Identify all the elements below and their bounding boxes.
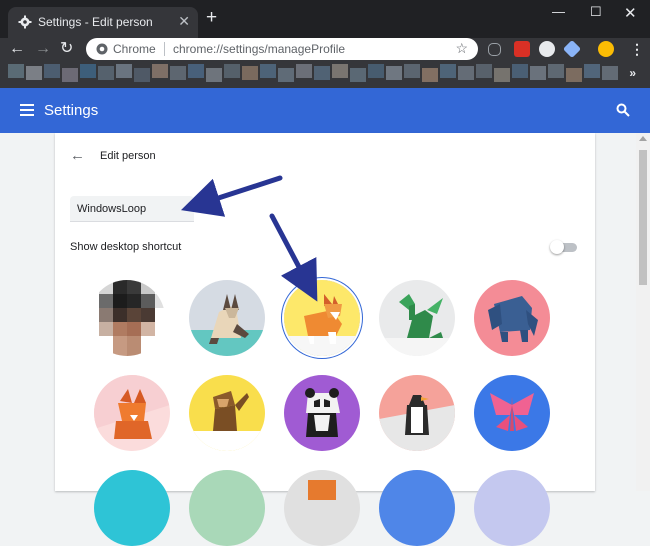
edit-person-title: Edit person	[100, 150, 156, 162]
elephant-avatar[interactable]	[474, 280, 550, 356]
chrome-menu-icon[interactable]: ⋮	[630, 41, 644, 58]
bookmarks-overflow-icon[interactable]: »	[629, 66, 636, 80]
address-bar[interactable]: Chrome chrome://settings/manageProfile ☆	[86, 38, 478, 60]
pixelated-photo-avatar[interactable]	[89, 280, 165, 356]
dragon-avatar[interactable]	[379, 280, 455, 356]
maximize-button[interactable]: ☐	[590, 4, 602, 20]
person-name-input[interactable]	[70, 196, 194, 222]
desktop-shortcut-label: Show desktop shortcut	[70, 241, 182, 253]
scroll-up-arrow-icon[interactable]	[639, 136, 647, 141]
back-arrow-icon[interactable]: ←	[70, 147, 85, 164]
minimize-button[interactable]: —	[552, 4, 565, 19]
pocket-extension-icon[interactable]	[488, 43, 501, 56]
title-bar: Settings - Edit person ✕ + — ☐ ✕	[0, 0, 650, 38]
browser-toolbar: ← → ↻ Chrome chrome://settings/managePro…	[0, 38, 650, 62]
menu-icon[interactable]	[20, 104, 34, 116]
monkey-avatar[interactable]	[189, 375, 265, 451]
orange-avatar-partial[interactable]	[284, 470, 360, 546]
extension-red-icon[interactable]	[514, 41, 530, 57]
blue-avatar-partial[interactable]	[379, 470, 455, 546]
profile-avatar-icon[interactable]	[598, 41, 614, 57]
forward-button[interactable]: →	[35, 38, 51, 60]
scroll-thumb[interactable]	[639, 150, 647, 285]
new-tab-button[interactable]: +	[206, 8, 217, 28]
corgi-avatar[interactable]	[284, 280, 360, 356]
butterfly-avatar[interactable]	[474, 375, 550, 451]
lavender-avatar-partial[interactable]	[474, 470, 550, 546]
settings-header: Settings	[0, 88, 650, 133]
teal-avatar-partial[interactable]	[94, 470, 170, 546]
chrome-icon	[96, 43, 108, 55]
reload-button[interactable]: ↻	[60, 38, 73, 60]
site-label: Chrome	[113, 42, 156, 56]
close-window-button[interactable]: ✕	[624, 4, 637, 22]
gear-icon	[18, 15, 32, 29]
penguin-avatar[interactable]	[379, 375, 455, 451]
extension-blocker-icon[interactable]	[539, 41, 555, 57]
extension-diamond-icon[interactable]	[562, 39, 582, 59]
panda-avatar[interactable]	[284, 375, 360, 451]
bookmark-star-icon[interactable]: ☆	[455, 40, 468, 57]
page-title: Settings	[44, 102, 99, 119]
search-icon[interactable]	[616, 103, 630, 117]
siamese-cat-avatar[interactable]	[189, 280, 265, 356]
back-button[interactable]: ←	[9, 38, 25, 60]
fox-avatar[interactable]	[94, 375, 170, 451]
tab-title: Settings - Edit person	[38, 15, 153, 29]
url-text[interactable]: chrome://settings/manageProfile	[173, 42, 345, 56]
omnibox-divider	[164, 42, 165, 56]
toggle-knob[interactable]	[550, 240, 564, 254]
green-avatar-partial[interactable]	[189, 470, 265, 546]
tab-close-icon[interactable]: ✕	[178, 13, 190, 30]
browser-tab[interactable]: Settings - Edit person ✕	[8, 7, 198, 38]
